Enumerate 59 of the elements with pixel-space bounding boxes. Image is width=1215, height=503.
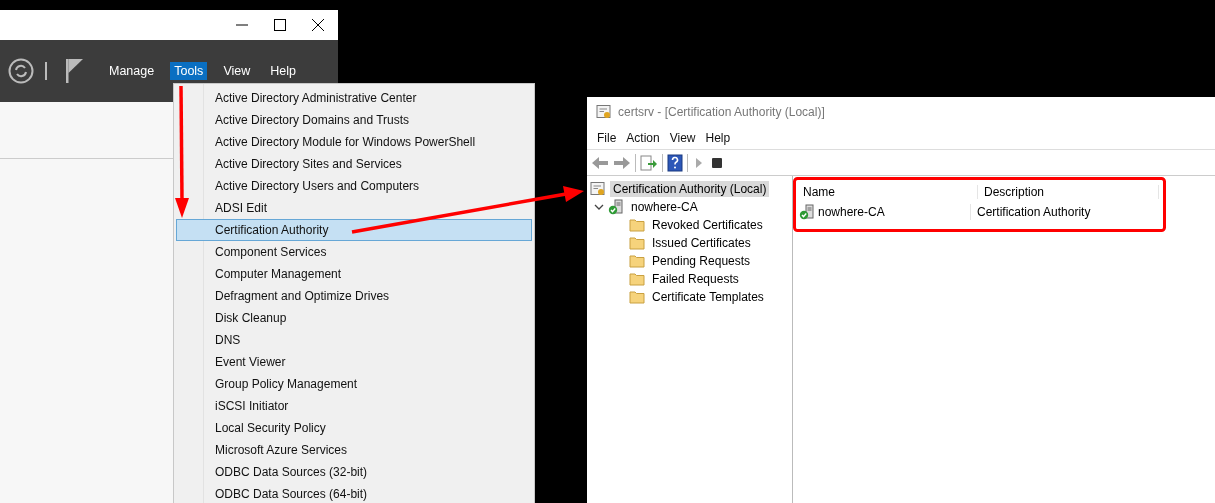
menu-item[interactable]: Group Policy Management [176, 373, 532, 395]
menu-item[interactable]: Disk Cleanup [176, 307, 532, 329]
menu-bar-item[interactable]: View [664, 131, 701, 145]
stop-icon[interactable] [710, 155, 724, 170]
menu-item[interactable]: Computer Management [176, 263, 532, 285]
certificate-icon [590, 181, 606, 197]
maximize-icon[interactable] [274, 19, 286, 31]
list-cell-text: Certification Authority [976, 205, 1091, 219]
menu-bar-item[interactable]: Help [700, 131, 736, 145]
menu-item[interactable]: DNS [176, 329, 532, 351]
tree-item[interactable]: Issued Certificates [649, 235, 754, 251]
refresh-icon[interactable] [8, 58, 34, 84]
menu-item[interactable]: Active Directory Module for Windows PowerShell [176, 131, 532, 153]
menu-item[interactable]: Active Directory Administrative Center [176, 87, 532, 109]
chevron-down-icon[interactable] [594, 202, 604, 212]
menu-item[interactable]: iSCSI Initiator [176, 395, 532, 417]
folder-icon [629, 236, 645, 250]
menu-bar-item[interactable]: Action [621, 131, 665, 145]
menu-item[interactable]: ADSI Edit [176, 197, 532, 219]
menu-bar-item[interactable]: Help [266, 62, 300, 80]
menu-item[interactable]: Defragment and Optimize Drives [176, 285, 532, 307]
menu-bar-item[interactable]: View [219, 62, 255, 80]
menu-item[interactable]: Local Security Policy [176, 417, 532, 439]
tree-item[interactable]: Pending Requests [649, 253, 754, 269]
folder-icon [629, 272, 645, 286]
folder-icon [629, 290, 645, 304]
export-icon[interactable] [640, 154, 658, 171]
menu-item[interactable]: Active Directory Users and Computers [176, 175, 532, 197]
tree-item[interactable]: Revoked Certificates [649, 217, 766, 233]
menu-item[interactable]: Component Services [176, 241, 532, 263]
list-cell: nowhere-CA [818, 205, 885, 219]
column-header[interactable]: Description [978, 185, 1159, 199]
menu-bar-item[interactable]: File [592, 131, 622, 145]
tree-item[interactable]: Failed Requests [649, 271, 742, 287]
server-check-icon [608, 199, 624, 215]
menu-bar-item[interactable]: Manage [105, 62, 159, 80]
tree-item[interactable]: Certificate Templates [649, 289, 767, 305]
server-check-icon [799, 204, 815, 220]
close-icon[interactable] [312, 19, 324, 31]
help-icon[interactable] [667, 153, 683, 172]
folder-icon [629, 218, 645, 232]
tree-item[interactable]: Certification Authority (Local) [610, 181, 770, 197]
window-title: certsrv - [Certification Authority (Local)] [618, 105, 825, 119]
menu-item[interactable]: Certification Authority [176, 219, 532, 241]
list-row[interactable]: nowhere-CA Certification Authority [797, 202, 1211, 222]
menu-item[interactable]: Active Directory Sites and Services [176, 153, 532, 175]
menu-item[interactable]: Event Viewer [176, 351, 532, 373]
menu-item[interactable]: ODBC Data Sources (64-bit) [176, 483, 532, 503]
certificate-icon [596, 104, 612, 120]
menu-item[interactable]: Active Directory Domains and Trusts [176, 109, 532, 131]
back-icon[interactable] [591, 154, 609, 171]
menu-bar-item[interactable]: Tools [170, 62, 208, 80]
menu-item[interactable]: Microsoft Azure Services [176, 439, 532, 461]
menu-item[interactable]: ODBC Data Sources (32-bit) [176, 461, 532, 483]
tree-item[interactable]: nowhere-CA [628, 199, 701, 215]
folder-icon [629, 254, 645, 268]
flag-icon[interactable] [65, 59, 83, 83]
column-header[interactable]: Name [797, 185, 978, 199]
forward-icon[interactable] [613, 154, 631, 171]
